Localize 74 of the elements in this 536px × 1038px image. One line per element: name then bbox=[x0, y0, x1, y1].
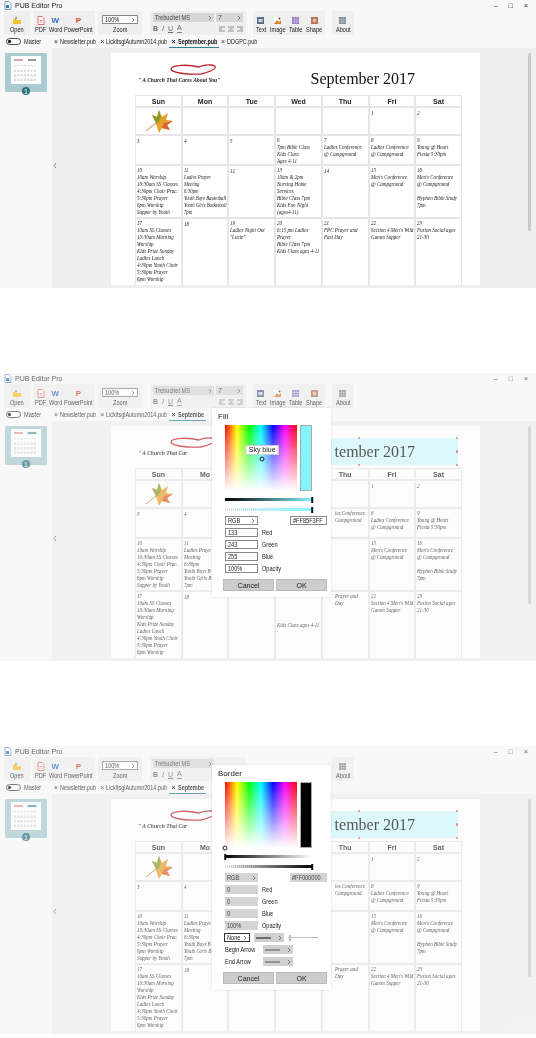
chevron-down-icon bbox=[131, 16, 135, 23]
color-picker[interactable] bbox=[225, 782, 297, 848]
calendar-cell bbox=[228, 107, 276, 135]
opacity-slider[interactable] bbox=[225, 865, 312, 868]
grid-icon bbox=[338, 16, 348, 25]
toggle-switch[interactable] bbox=[6, 38, 21, 45]
chevron-down-icon bbox=[131, 389, 135, 396]
page-preview-drawing bbox=[11, 802, 41, 830]
align-right-icon[interactable] bbox=[237, 398, 243, 405]
calendar-title: tember 2017 bbox=[334, 815, 415, 834]
line-sample-icon bbox=[256, 935, 271, 940]
calendar-title: tember 2017 bbox=[334, 442, 415, 461]
calendar-title: September 2017 bbox=[310, 69, 415, 88]
chevron-down-icon bbox=[237, 14, 241, 21]
grid-icon bbox=[338, 762, 348, 771]
grid-icon bbox=[338, 389, 348, 398]
width-slider[interactable] bbox=[288, 934, 318, 941]
letter-icon: W bbox=[51, 763, 60, 771]
dialog-title: Fill bbox=[218, 412, 230, 422]
folder-icon bbox=[12, 16, 22, 25]
resize-handle[interactable] bbox=[455, 450, 458, 453]
calendar-cell bbox=[275, 107, 322, 135]
chevron-down-icon bbox=[208, 387, 212, 394]
chevron-down-icon bbox=[237, 387, 241, 394]
align-center-icon[interactable] bbox=[228, 398, 234, 405]
chevron-down-icon bbox=[252, 874, 256, 881]
selected-text-box[interactable]: tember 2017 bbox=[331, 438, 458, 465]
shape-icon bbox=[309, 389, 319, 398]
brightness-slider[interactable] bbox=[225, 855, 312, 858]
chevron-down-icon bbox=[131, 762, 135, 769]
letter-icon: P bbox=[75, 390, 82, 398]
folder-icon bbox=[12, 762, 22, 771]
letter-icon: W bbox=[51, 390, 60, 398]
arrow-select[interactable] bbox=[263, 957, 293, 966]
chevron-down-icon bbox=[251, 517, 255, 524]
table-icon bbox=[291, 389, 301, 398]
align-center-icon[interactable] bbox=[228, 25, 234, 32]
scrollbar-thumb[interactable] bbox=[528, 53, 531, 231]
image-icon bbox=[273, 16, 282, 25]
text-box-icon bbox=[256, 389, 266, 398]
text-box-icon bbox=[256, 16, 266, 25]
page-preview-drawing bbox=[11, 429, 41, 457]
collapse-chevron-icon[interactable] bbox=[53, 162, 57, 169]
collapse-chevron-icon[interactable] bbox=[53, 535, 57, 542]
color-swatch bbox=[300, 782, 312, 848]
line-sample-icon bbox=[265, 959, 280, 964]
toggle-switch[interactable] bbox=[6, 411, 21, 418]
line-style-select[interactable] bbox=[254, 933, 284, 942]
chevron-down-icon bbox=[208, 760, 212, 767]
line-sample-icon bbox=[265, 947, 280, 952]
folder-icon bbox=[12, 389, 22, 398]
selected-text-box[interactable]: tember 2017 bbox=[331, 811, 458, 838]
chevron-down-icon bbox=[208, 14, 212, 21]
brightness-slider[interactable] bbox=[225, 498, 312, 501]
shape-icon bbox=[309, 16, 319, 25]
document-icon bbox=[35, 762, 46, 771]
resize-handle[interactable] bbox=[455, 823, 458, 826]
document-icon bbox=[35, 389, 46, 398]
toggle-switch[interactable] bbox=[6, 784, 21, 791]
chevron-down-icon bbox=[243, 934, 247, 941]
align-right-icon[interactable] bbox=[237, 25, 243, 32]
table-icon bbox=[291, 16, 301, 25]
letter-icon: P bbox=[75, 763, 82, 771]
opacity-slider[interactable] bbox=[225, 508, 312, 511]
letter-icon: W bbox=[51, 17, 60, 25]
dialog-title: Border bbox=[218, 769, 243, 779]
calendar-cell bbox=[321, 107, 369, 135]
image-icon bbox=[273, 389, 282, 398]
document-icon bbox=[35, 16, 46, 25]
page-preview-drawing bbox=[11, 56, 41, 84]
collapse-chevron-icon[interactable] bbox=[53, 908, 57, 915]
arrow-select[interactable] bbox=[263, 945, 293, 954]
color-swatch bbox=[300, 425, 312, 491]
letter-icon: P bbox=[75, 17, 82, 25]
